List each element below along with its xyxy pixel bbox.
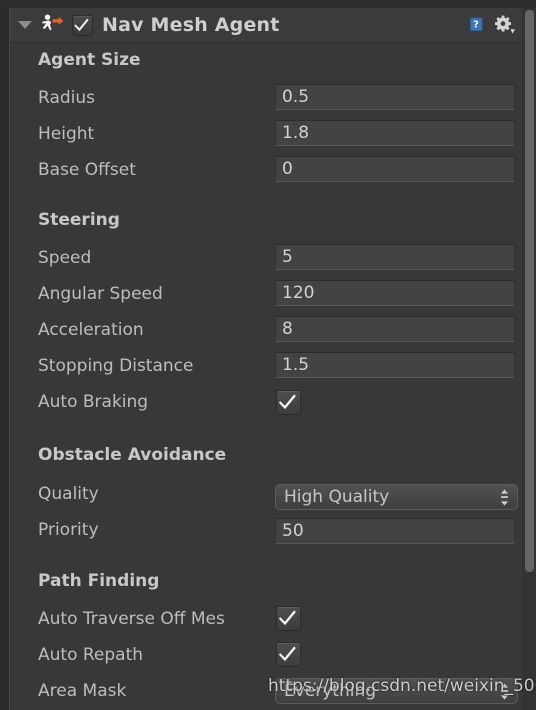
label-auto-traverse-off-mesh-link: Auto Traverse Off Mes	[38, 609, 225, 629]
nav-mesh-agent-icon	[38, 13, 64, 37]
input-height[interactable]: 1.8	[275, 120, 515, 146]
inspector-left-gutter	[0, 8, 10, 710]
checkbox-auto-repath[interactable]	[276, 642, 301, 667]
svg-text:?: ?	[473, 20, 479, 31]
label-auto-repath: Auto Repath	[38, 645, 144, 665]
foldout-toggle[interactable]	[14, 21, 36, 29]
label-quality: Quality	[38, 484, 99, 504]
label-area-mask: Area Mask	[38, 681, 127, 701]
section-title-obstacle-avoidance: Obstacle Avoidance	[38, 445, 227, 465]
input-acceleration[interactable]: 8	[275, 316, 515, 342]
input-radius[interactable]: 0.5	[275, 84, 515, 110]
page-title: Nav Mesh Agent	[102, 14, 280, 36]
help-book-icon[interactable]: ?	[466, 15, 486, 35]
component-enabled-checkbox[interactable]	[72, 14, 93, 36]
label-acceleration: Acceleration	[38, 320, 144, 340]
nav-mesh-agent-inspector: Nav Mesh Agent ? Agent Size Radius 0.5 H…	[0, 0, 536, 710]
label-priority: Priority	[38, 520, 99, 540]
label-speed: Speed	[38, 248, 92, 268]
input-priority[interactable]: 50	[275, 518, 515, 544]
stepper-arrows-icon	[500, 489, 509, 506]
vertical-scrollbar[interactable]	[521, 8, 536, 710]
dropdown-quality-value: High Quality	[284, 487, 390, 507]
component-panel: Nav Mesh Agent ? Agent Size Radius 0.5 H…	[10, 8, 522, 710]
section-title-agent-size: Agent Size	[38, 50, 141, 70]
label-base-offset: Base Offset	[38, 160, 136, 180]
watermark-text: https://blog.csdn.net/weixin_50642897	[268, 676, 536, 696]
label-angular-speed: Angular Speed	[38, 284, 163, 304]
input-base-offset[interactable]: 0	[275, 156, 515, 182]
scrollbar-thumb[interactable]	[525, 10, 534, 572]
label-auto-braking: Auto Braking	[38, 392, 149, 412]
checkbox-auto-traverse-off-mesh-link[interactable]	[276, 606, 301, 631]
chevron-down-icon	[18, 21, 32, 29]
input-angular-speed[interactable]: 120	[275, 280, 515, 306]
section-title-path-finding: Path Finding	[38, 571, 160, 591]
dropdown-quality[interactable]: High Quality	[275, 484, 518, 510]
input-speed[interactable]: 5	[275, 244, 515, 270]
header-actions: ?	[466, 8, 516, 42]
label-height: Height	[38, 124, 95, 144]
section-title-steering: Steering	[38, 210, 120, 230]
label-stopping-distance: Stopping Distance	[38, 356, 194, 376]
label-radius: Radius	[38, 88, 96, 108]
component-header[interactable]: Nav Mesh Agent ?	[10, 8, 522, 43]
checkbox-auto-braking[interactable]	[276, 390, 301, 415]
gear-icon[interactable]	[494, 15, 516, 35]
input-stopping-distance[interactable]: 1.5	[275, 352, 515, 378]
